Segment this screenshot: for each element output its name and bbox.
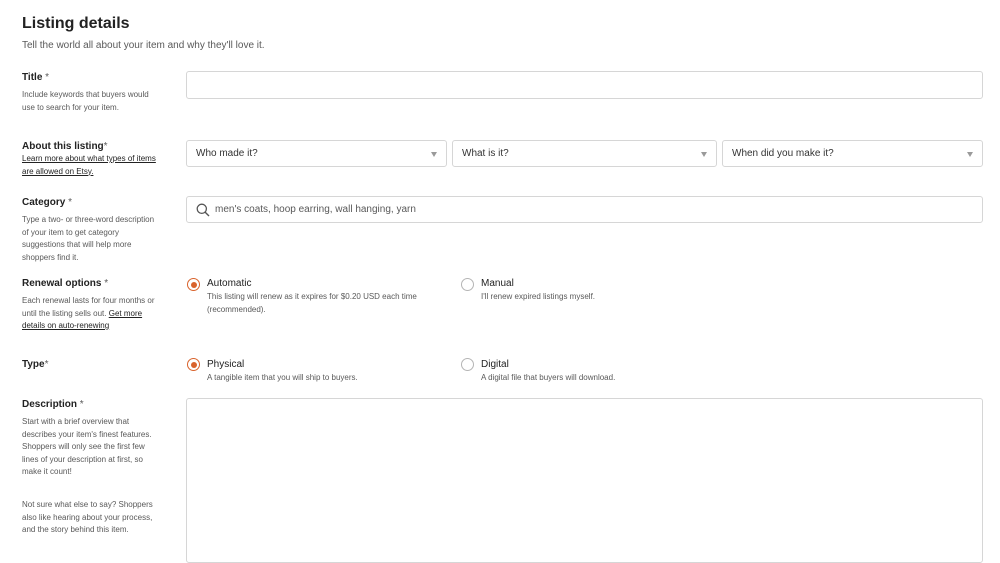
about-learn-more-link[interactable]: Learn more about what types of items are… [22, 153, 162, 178]
type-physical-title: Physical [207, 359, 245, 370]
description-textarea[interactable] [186, 398, 983, 563]
required-mark: * [42, 72, 50, 83]
type-digital-title: Digital [481, 359, 509, 370]
select-value: What is it? [462, 148, 509, 159]
title-input[interactable] [186, 71, 983, 99]
description-help-text-2: Not sure what else to say? Shoppers also… [22, 500, 153, 534]
renewal-manual-description: I'll renew expired listings myself. [481, 292, 596, 301]
select-value: When did you make it? [732, 148, 834, 159]
category-placeholder: men's coats, hoop earring, wall hanging,… [215, 204, 416, 215]
when-made-select[interactable]: When did you make it? [722, 140, 983, 167]
renewal-label: Renewal options * [22, 278, 109, 289]
page-subtitle: Tell the world all about your item and w… [22, 40, 265, 51]
type-digital-description: A digital file that buyers will download… [481, 373, 616, 382]
type-label: Type* [22, 359, 49, 370]
required-mark: * [77, 399, 84, 410]
type-physical-description: A tangible item that you will ship to bu… [207, 373, 358, 382]
chevron-down-icon [967, 152, 973, 157]
required-mark: * [103, 141, 108, 152]
renewal-automatic-description: This listing will renew as it expires fo… [207, 292, 417, 314]
search-icon [196, 203, 210, 217]
title-label: Title * [22, 72, 50, 83]
renewal-automatic-title: Automatic [207, 278, 252, 289]
renewal-description: Each renewal lasts for four months or un… [22, 296, 155, 330]
title-description: Include keywords that buyers would use t… [22, 90, 149, 112]
description-label: Description * [22, 399, 84, 410]
renewal-manual-radio[interactable] [461, 278, 474, 291]
chevron-down-icon [701, 152, 707, 157]
type-physical-radio[interactable] [187, 358, 200, 371]
what-is-it-select[interactable]: What is it? [452, 140, 717, 167]
category-search-input[interactable]: men's coats, hoop earring, wall hanging,… [186, 196, 983, 223]
type-digital-radio[interactable] [461, 358, 474, 371]
select-value: Who made it? [196, 148, 258, 159]
required-mark: * [65, 197, 73, 208]
description-help-text: Start with a brief overview that describ… [22, 417, 152, 476]
required-mark: * [101, 278, 109, 289]
about-label: About this listing* [22, 141, 108, 152]
who-made-it-select[interactable]: Who made it? [186, 140, 447, 167]
category-description: Type a two- or three-word description of… [22, 215, 155, 262]
chevron-down-icon [431, 152, 437, 157]
renewal-manual-title: Manual [481, 278, 514, 289]
page-title: Listing details [22, 15, 130, 32]
renewal-automatic-radio[interactable] [187, 278, 200, 291]
category-label: Category * [22, 197, 73, 208]
required-mark: * [44, 359, 49, 370]
